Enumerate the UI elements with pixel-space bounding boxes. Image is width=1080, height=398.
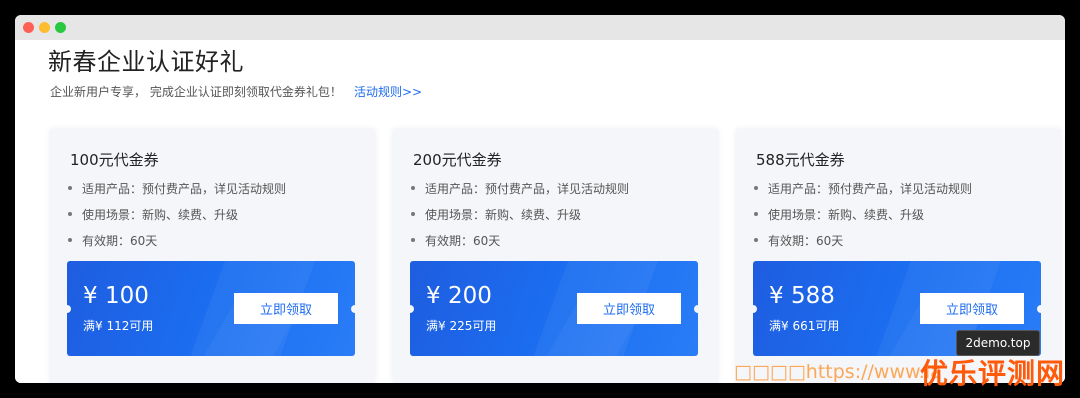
title-bar [15, 15, 1065, 40]
coupon-ticket: ¥ 200 满¥ 225可用 立即领取 [410, 261, 698, 356]
card-title: 200元代金券 [413, 151, 502, 169]
coupon-amount: ¥ 200 [426, 283, 492, 309]
feature-text: 使用场景：新购、续费、升级 [425, 208, 582, 222]
coupon-amount: ¥ 588 [769, 283, 835, 309]
feature-item: 使用场景：新购、续费、升级 [68, 206, 238, 223]
browser-window: 新春企业认证好礼 企业新用户专享， 完成企业认证即刻领取代金券礼包！ 活动规则>… [15, 15, 1065, 383]
claim-button[interactable]: 立即领取 [234, 293, 338, 324]
feature-item: 使用场景：新购、续费、升级 [411, 206, 581, 223]
feature-text: 有效期：60天 [82, 234, 158, 248]
bullet-icon [68, 237, 72, 242]
ticket-notch [351, 305, 355, 313]
maximize-window-button[interactable] [55, 22, 66, 33]
ticket-notch [1037, 305, 1041, 313]
feature-text: 适用产品：预付费产品，详见活动规则 [425, 182, 630, 196]
page-title: 新春企业认证好礼 [48, 48, 244, 76]
feature-item: 适用产品：预付费产品，详见活动规则 [68, 180, 286, 197]
bullet-icon [411, 237, 415, 242]
ticket-notch [753, 305, 757, 313]
feature-item: 适用产品：预付费产品，详见活动规则 [411, 180, 629, 197]
watermark-logo: 优乐评测网 [920, 357, 1066, 390]
coupon-condition: 满¥ 661可用 [769, 319, 840, 333]
watermark-url: □□□□https://www.la [734, 361, 942, 383]
claim-button[interactable]: 立即领取 [920, 293, 1024, 324]
feature-item: 适用产品：预付费产品，详见活动规则 [754, 180, 972, 197]
page-subtitle: 企业新用户专享， 完成企业认证即刻领取代金券礼包！ [50, 85, 342, 99]
voucher-card-200: 200元代金券 适用产品：预付费产品，详见活动规则 使用场景：新购、续费、升级 … [393, 129, 718, 383]
card-title: 100元代金券 [70, 151, 159, 169]
coupon-condition: 满¥ 225可用 [426, 319, 497, 333]
feature-text: 使用场景：新购、续费、升级 [768, 208, 925, 222]
feature-item: 使用场景：新购、续费、升级 [754, 206, 924, 223]
voucher-card-100: 100元代金券 适用产品：预付费产品，详见活动规则 使用场景：新购、续费、升级 … [50, 129, 375, 383]
feature-text: 有效期：60天 [425, 234, 501, 248]
feature-text: 有效期：60天 [768, 234, 844, 248]
bullet-icon [68, 185, 72, 190]
coupon-ticket: ¥ 100 满¥ 112可用 立即领取 [67, 261, 355, 356]
feature-text: 使用场景：新购、续费、升级 [82, 208, 239, 222]
ticket-notch [694, 305, 698, 313]
feature-text: 适用产品：预付费产品，详见活动规则 [82, 182, 287, 196]
bullet-icon [754, 185, 758, 190]
ticket-notch [410, 305, 414, 313]
feature-text: 适用产品：预付费产品，详见活动规则 [768, 182, 973, 196]
bullet-icon [68, 211, 72, 216]
bullet-icon [754, 211, 758, 216]
ticket-notch [67, 305, 71, 313]
coupon-amount: ¥ 100 [83, 283, 149, 309]
feature-item: 有效期：60天 [754, 232, 843, 249]
coupon-condition: 满¥ 112可用 [83, 319, 154, 333]
claim-button[interactable]: 立即领取 [577, 293, 681, 324]
bullet-icon [754, 237, 758, 242]
minimize-window-button[interactable] [39, 22, 50, 33]
page-content: 新春企业认证好礼 企业新用户专享， 完成企业认证即刻领取代金券礼包！ 活动规则>… [15, 40, 1065, 383]
feature-item: 有效期：60天 [411, 232, 500, 249]
feature-item: 有效期：60天 [68, 232, 157, 249]
bullet-icon [411, 185, 415, 190]
card-title: 588元代金券 [756, 151, 845, 169]
close-window-button[interactable] [23, 22, 34, 33]
bullet-icon [411, 211, 415, 216]
activity-rules-link[interactable]: 活动规则>> [354, 83, 422, 100]
